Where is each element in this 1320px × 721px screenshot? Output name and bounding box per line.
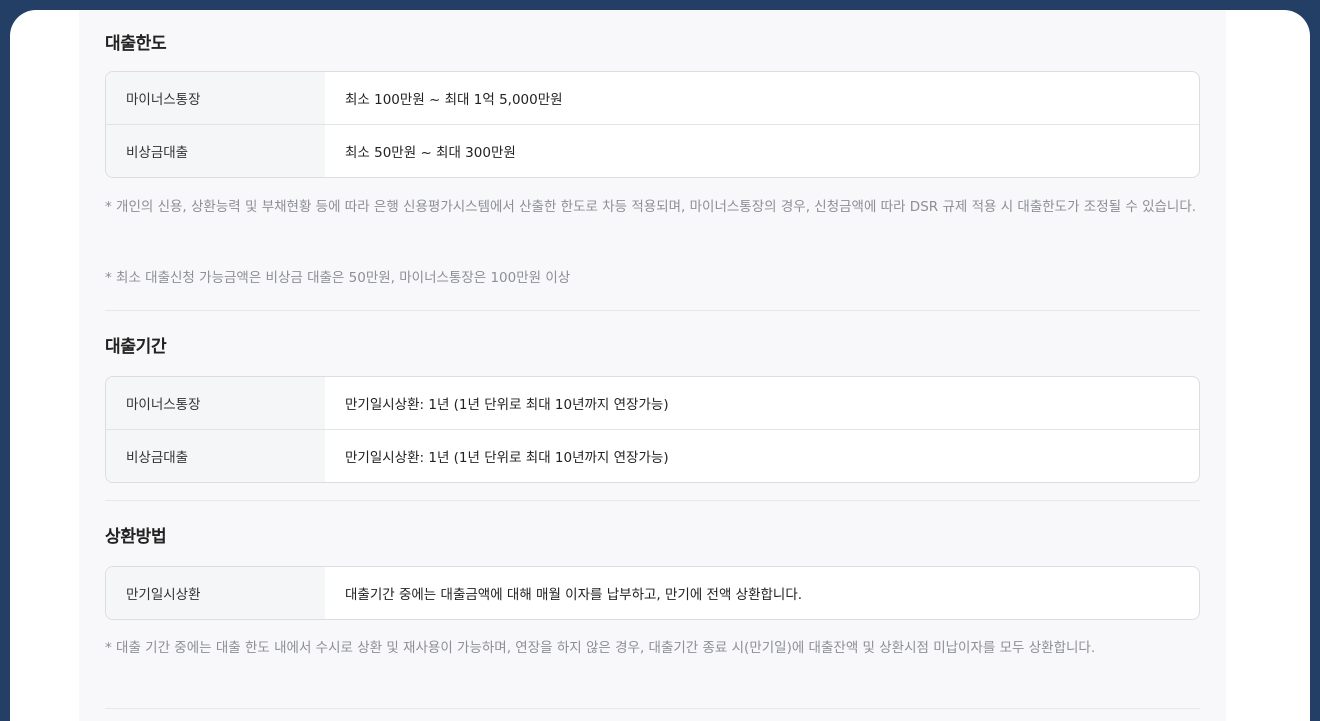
section-divider bbox=[105, 310, 1200, 311]
note-minimum-amount: * 최소 대출신청 가능금액은 비상금 대출은 50만원, 마이너스통장은 10… bbox=[105, 270, 571, 286]
note-credit-limit: * 개인의 신용, 상환능력 및 부채현황 등에 따라 은행 신용평가시스템에서… bbox=[105, 199, 1197, 215]
table-row: 마이너스통장 최소 100만원 ~ 최대 1억 5,000만원 bbox=[106, 72, 1199, 124]
row-value: 만기일시상환: 1년 (1년 단위로 최대 10년까지 연장가능) bbox=[345, 397, 669, 413]
row-label: 비상금대출 bbox=[106, 430, 325, 482]
section-title-repayment: 상환방법 bbox=[105, 527, 167, 547]
table-row: 비상금대출 최소 50만원 ~ 최대 300만원 bbox=[106, 124, 1199, 177]
section-loan-limit: 대출한도 bbox=[105, 29, 1200, 54]
note-repayment: * 대출 기간 중에는 대출 한도 내에서 수시로 상환 및 재사용이 가능하며… bbox=[105, 640, 1096, 656]
loan-limit-table: 마이너스통장 최소 100만원 ~ 최대 1억 5,000만원 비상금대출 최소… bbox=[105, 71, 1200, 178]
table-row: 만기일시상환 대출기간 중에는 대출금액에 대해 매월 이자를 납부하고, 만기… bbox=[106, 567, 1199, 619]
loan-period-table: 마이너스통장 만기일시상환: 1년 (1년 단위로 최대 10년까지 연장가능)… bbox=[105, 376, 1200, 483]
section-title-loan-period: 대출기간 bbox=[105, 337, 167, 357]
section-divider bbox=[105, 500, 1200, 501]
section-divider bbox=[105, 708, 1200, 709]
row-label: 비상금대출 bbox=[106, 125, 325, 177]
content-panel: 대출한도 마이너스통장 최소 100만원 ~ 최대 1억 5,000만원 비상금… bbox=[79, 10, 1226, 721]
table-row: 비상금대출 만기일시상환: 1년 (1년 단위로 최대 10년까지 연장가능) bbox=[106, 429, 1199, 482]
row-value: 대출기간 중에는 대출금액에 대해 매월 이자를 납부하고, 만기에 전액 상환… bbox=[345, 587, 803, 603]
row-value: 최소 100만원 ~ 최대 1억 5,000만원 bbox=[345, 92, 563, 108]
section-title-loan-limit: 대출한도 bbox=[105, 34, 167, 54]
row-label: 만기일시상환 bbox=[106, 567, 325, 619]
row-value: 만기일시상환: 1년 (1년 단위로 최대 10년까지 연장가능) bbox=[345, 450, 669, 466]
window-frame: 대출한도 마이너스통장 최소 100만원 ~ 최대 1억 5,000만원 비상금… bbox=[10, 10, 1310, 721]
row-value: 최소 50만원 ~ 최대 300만원 bbox=[345, 145, 516, 161]
table-row: 마이너스통장 만기일시상환: 1년 (1년 단위로 최대 10년까지 연장가능) bbox=[106, 377, 1199, 429]
section-loan-period: 대출기간 bbox=[105, 332, 1200, 357]
section-repayment: 상환방법 bbox=[105, 522, 1200, 547]
row-label: 마이너스통장 bbox=[106, 377, 325, 429]
repayment-table: 만기일시상환 대출기간 중에는 대출금액에 대해 매월 이자를 납부하고, 만기… bbox=[105, 566, 1200, 620]
row-label: 마이너스통장 bbox=[106, 72, 325, 124]
